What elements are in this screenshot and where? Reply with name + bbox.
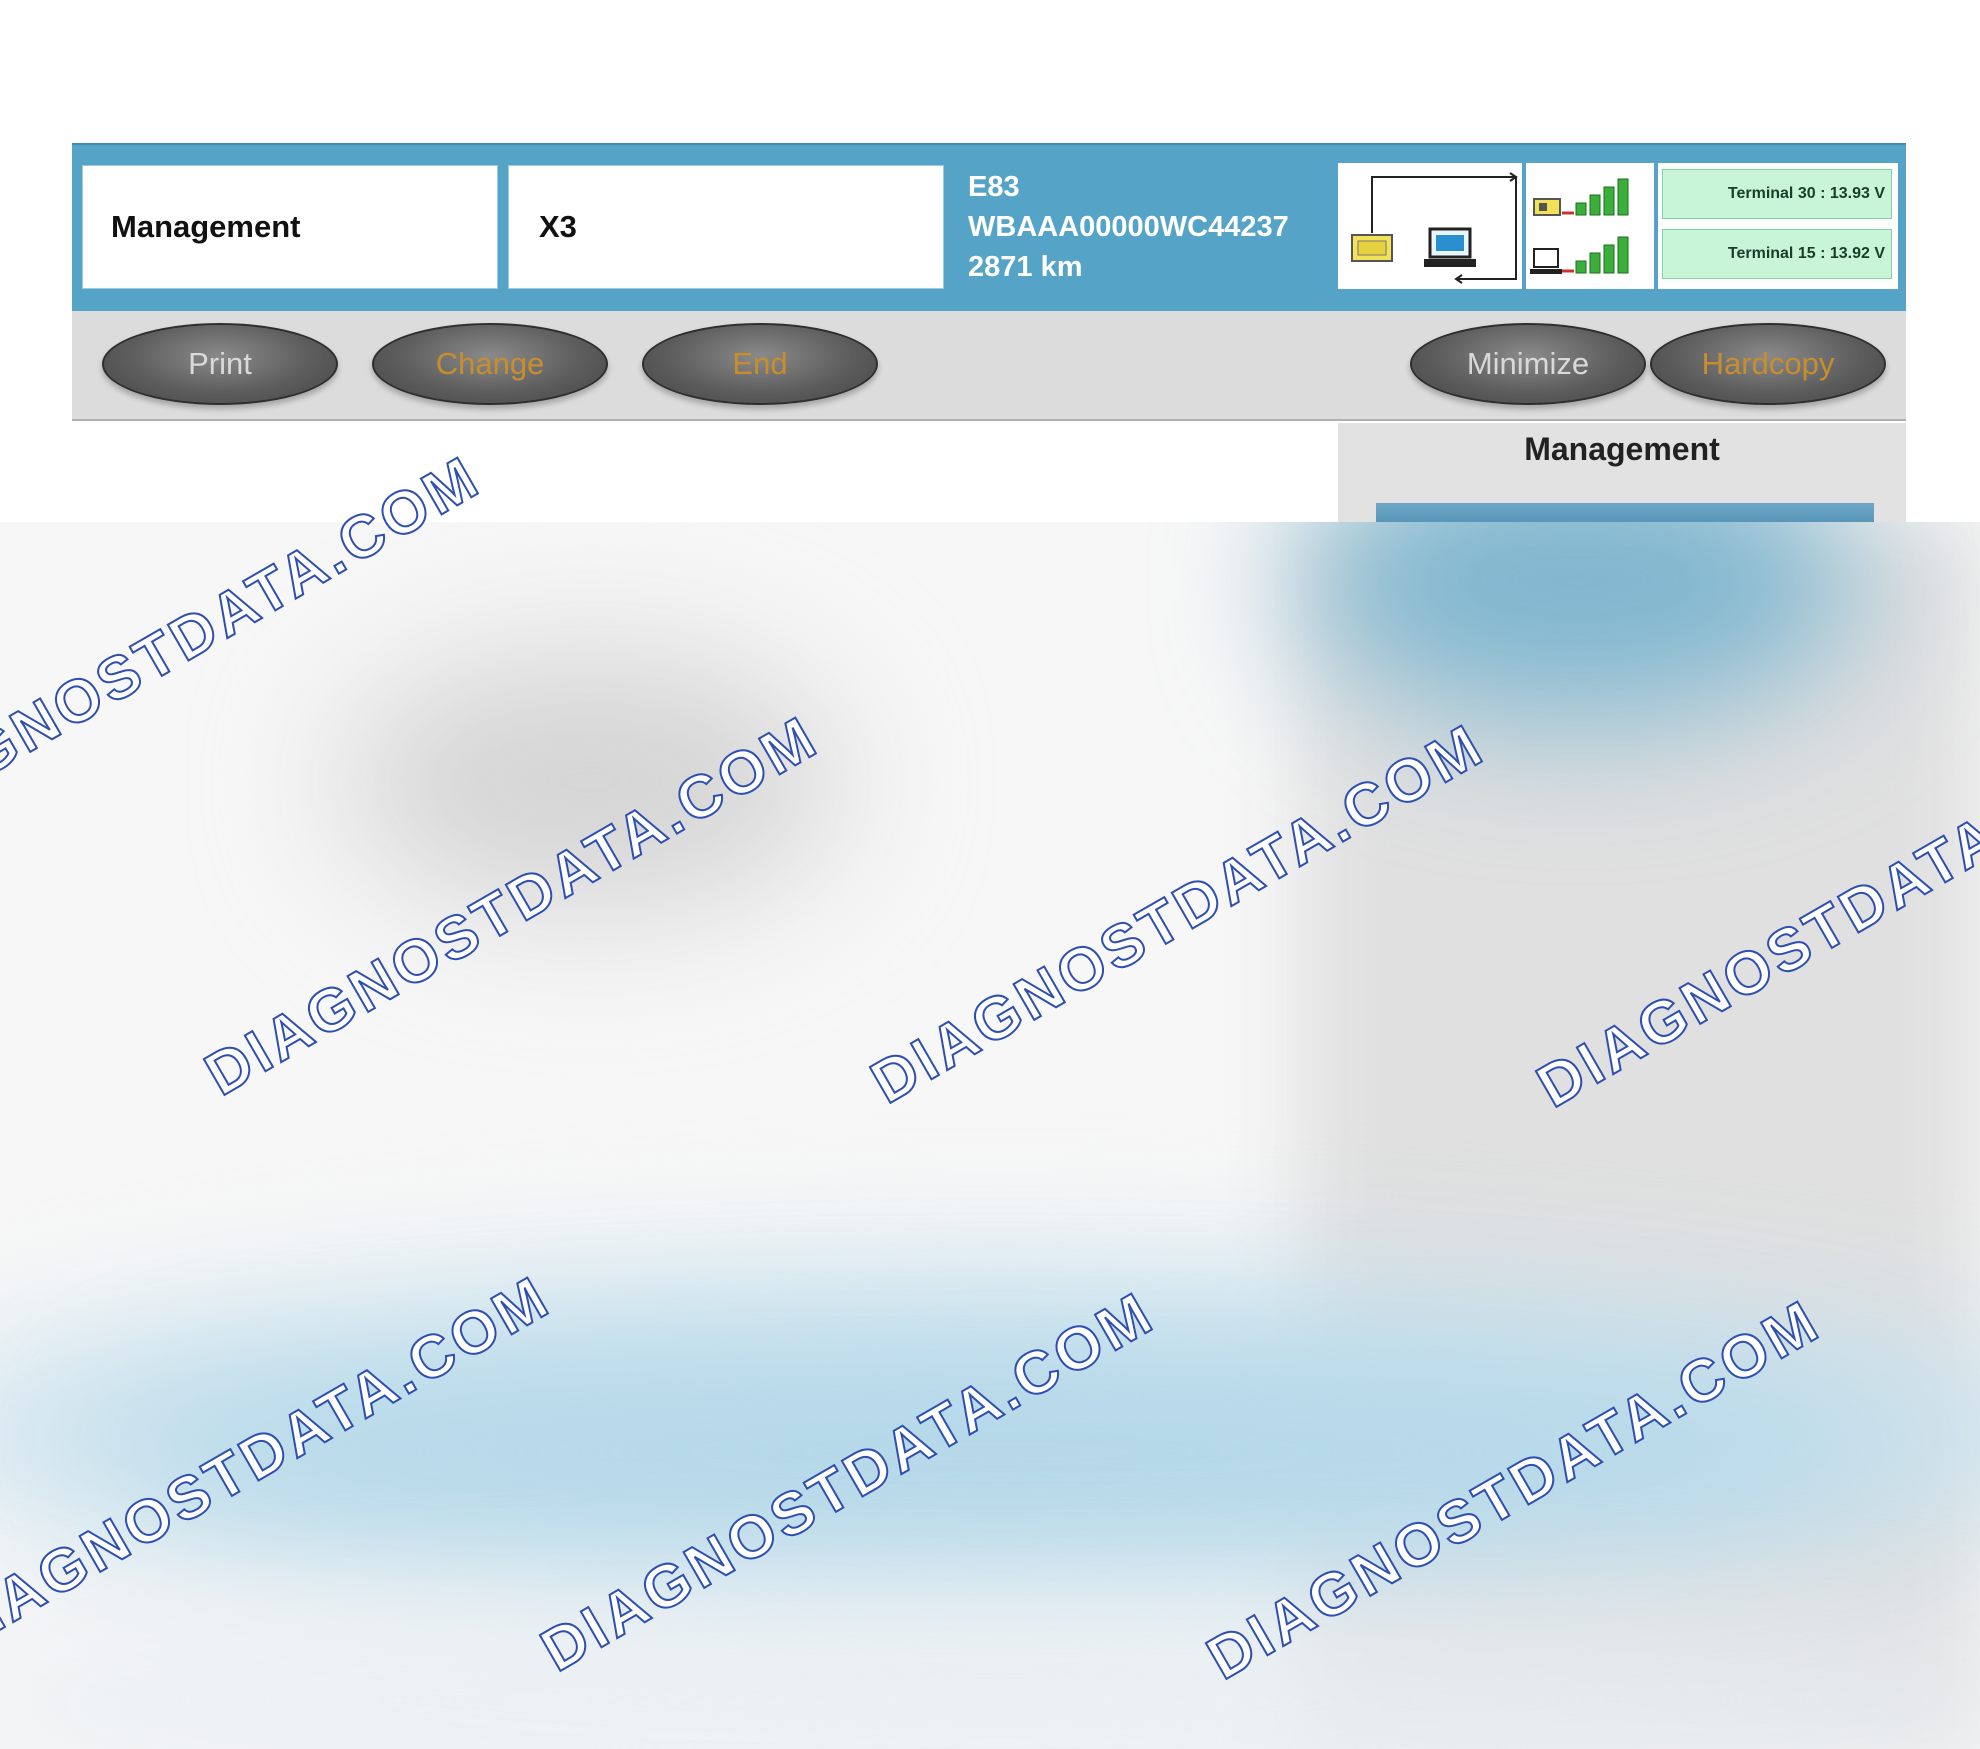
minimize-button[interactable]: Minimize	[1410, 323, 1646, 405]
vehicle-info: E83 WBAAA00000WC44237 2871 km	[968, 167, 1358, 287]
side-panel-title: Management	[1524, 431, 1720, 467]
hardcopy-button[interactable]: Hardcopy	[1650, 323, 1886, 405]
change-button[interactable]: Change	[372, 323, 608, 405]
blurred-content	[0, 522, 1980, 1749]
laptop-icon	[1530, 248, 1562, 274]
interface-connector-icon	[1533, 198, 1561, 216]
interface-connector-icon	[1351, 234, 1393, 262]
vehicle-header: Management X3 E83 WBAAA00000WC44237 2871…	[72, 143, 1906, 311]
chassis-code: E83	[968, 171, 1020, 203]
mileage: 2871 km	[968, 251, 1083, 283]
toolbar: Print Change End Minimize Hardcopy	[72, 311, 1906, 421]
signal-status	[1526, 163, 1654, 289]
laptop-icon	[1424, 227, 1476, 267]
terminal-30-voltage: Terminal 30 : 13.93 V	[1662, 169, 1892, 219]
model-box: X3	[508, 165, 944, 289]
signal-strength-icon	[1562, 178, 1629, 216]
module-name-box: Management	[82, 165, 498, 289]
terminal-voltages: Terminal 30 : 13.93 V Terminal 15 : 13.9…	[1658, 163, 1898, 289]
end-button[interactable]: End	[642, 323, 878, 405]
connection-diagram	[1338, 163, 1522, 289]
vin: WBAAA00000WC44237	[968, 211, 1289, 243]
print-button[interactable]: Print	[102, 323, 338, 405]
terminal-15-voltage: Terminal 15 : 13.92 V	[1662, 229, 1892, 279]
module-name: Management	[111, 209, 301, 244]
model-name: X3	[539, 209, 577, 244]
signal-strength-icon	[1562, 236, 1629, 274]
